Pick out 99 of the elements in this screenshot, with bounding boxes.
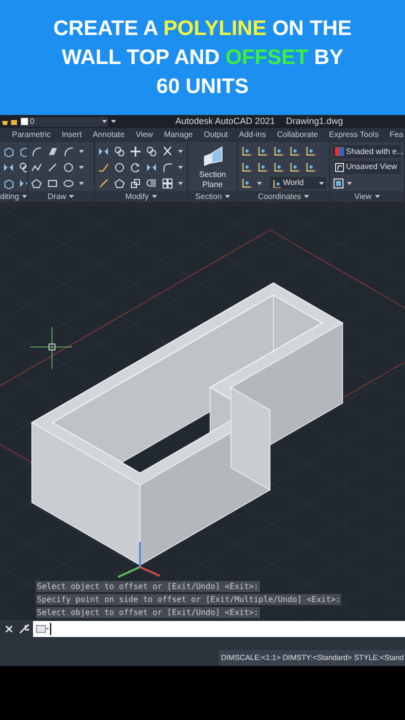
polygon-icon[interactable] xyxy=(31,178,42,189)
copy-icon[interactable] xyxy=(114,146,125,158)
circle-icon[interactable] xyxy=(114,162,125,173)
command-prompt-icon[interactable] xyxy=(36,624,49,632)
ucs-icon[interactable] xyxy=(289,162,300,173)
viewport-icon[interactable] xyxy=(333,178,344,189)
ucs-icon[interactable] xyxy=(273,162,284,173)
crosshair-cursor-icon xyxy=(30,326,72,370)
section-plane-button[interactable]: Section Plane xyxy=(192,146,232,190)
caret-icon[interactable] xyxy=(79,166,84,169)
named-view-dropdown[interactable]: Unsaved View xyxy=(333,160,401,174)
caption-text: OFFSET xyxy=(225,45,308,71)
file-name: Drawing1.dwg xyxy=(286,114,343,128)
rotate-icon[interactable] xyxy=(130,162,141,173)
line-icon[interactable] xyxy=(47,162,58,173)
wall-model-drawing[interactable] xyxy=(30,282,344,566)
offset-icon[interactable] xyxy=(146,178,157,189)
wrench-icon[interactable] xyxy=(19,624,29,634)
ellipse-icon[interactable] xyxy=(63,178,74,189)
ucs-icon[interactable] xyxy=(273,146,284,158)
ucs-icon[interactable] xyxy=(305,162,316,173)
array-icon[interactable] xyxy=(162,178,173,189)
caret-icon[interactable] xyxy=(152,195,157,198)
ribbon-tab[interactable]: Output xyxy=(204,129,228,141)
panel-title: Coordinates xyxy=(258,192,302,202)
caption-text: ON THE xyxy=(271,16,352,42)
panel-title: Section xyxy=(195,192,222,202)
layer-color-icon xyxy=(21,118,28,125)
move-icon[interactable] xyxy=(130,146,141,158)
caret-icon[interactable] xyxy=(178,166,183,169)
caption-text: 60 UNITS xyxy=(156,74,249,100)
caret-icon[interactable] xyxy=(319,182,324,185)
bulb-icon xyxy=(2,118,8,125)
caret-icon[interactable] xyxy=(178,150,183,154)
copy-icon[interactable] xyxy=(19,162,27,173)
caret-icon[interactable] xyxy=(22,195,27,198)
ribbon-tab[interactable]: Parametric xyxy=(12,129,51,141)
ribbon-tab[interactable]: Add-ins xyxy=(238,129,266,141)
caret-icon[interactable] xyxy=(224,195,230,198)
ucs-icon xyxy=(272,178,281,188)
caret-icon[interactable] xyxy=(69,195,74,198)
ucs-icon[interactable] xyxy=(305,146,316,158)
ucs-axes-icon xyxy=(118,542,160,578)
caret-icon[interactable] xyxy=(257,182,262,185)
layer-name: 0 xyxy=(30,116,36,126)
command-input-field[interactable] xyxy=(33,620,405,636)
ribbon-tab[interactable]: Fea xyxy=(390,129,404,141)
mirror-icon[interactable] xyxy=(19,178,27,189)
rectangle-icon[interactable] xyxy=(47,178,58,189)
ribbon-tab[interactable]: View xyxy=(136,129,153,141)
polyline-icon[interactable] xyxy=(31,162,42,173)
ucs-icon[interactable] xyxy=(257,162,268,173)
ribbon-tab[interactable]: Insert xyxy=(62,129,82,141)
scale-icon[interactable] xyxy=(130,178,141,189)
arc-icon[interactable] xyxy=(63,146,74,158)
panel-title: Draw xyxy=(48,192,66,202)
circle-icon[interactable] xyxy=(63,162,74,173)
mirror-icon[interactable] xyxy=(146,162,157,173)
caret-icon[interactable] xyxy=(79,150,84,154)
shaded-style-icon xyxy=(335,147,344,156)
section-plane-icon xyxy=(202,146,224,168)
trim-icon[interactable] xyxy=(162,146,173,158)
fillet-icon[interactable] xyxy=(162,162,173,173)
window-title: Autodesk AutoCAD 2021 xyxy=(175,114,275,128)
panel-title: View xyxy=(354,192,372,202)
caret-icon[interactable] xyxy=(79,182,84,185)
caption-text: CREATE A xyxy=(53,16,159,42)
stretch-icon[interactable] xyxy=(98,162,109,173)
view-icon xyxy=(335,162,344,172)
caption-text: WALL TOP AND xyxy=(62,45,221,71)
close-icon[interactable] xyxy=(5,624,13,632)
mirror-icon[interactable] xyxy=(3,162,14,173)
arc-icon[interactable] xyxy=(31,146,42,158)
ucs-icon[interactable] xyxy=(289,146,300,158)
caption-text: BY xyxy=(313,45,344,71)
ucs-icon[interactable] xyxy=(257,146,268,158)
caption-text: POLYLINE xyxy=(163,16,266,42)
hatch-icon[interactable] xyxy=(47,146,58,158)
ucs-icon[interactable] xyxy=(241,178,252,189)
polygon-icon[interactable] xyxy=(114,178,125,189)
layer-dropdown[interactable]: 0 xyxy=(20,116,108,126)
text-cursor-icon xyxy=(50,622,52,634)
ucs-icon[interactable] xyxy=(241,146,252,158)
ucs-icon[interactable] xyxy=(241,162,252,173)
visual-style-dropdown[interactable]: Shaded with e... xyxy=(333,145,401,158)
panel-title: diting xyxy=(0,192,20,202)
mirror-icon[interactable] xyxy=(98,146,109,158)
copy-icon[interactable] xyxy=(146,146,157,158)
ribbon-tab[interactable]: Annotate xyxy=(92,129,125,141)
ucs-dropdown[interactable]: World xyxy=(270,177,326,190)
ribbon-tab[interactable]: Express Tools xyxy=(328,129,379,141)
panel-title: Modify xyxy=(125,192,149,202)
ribbon-tab[interactable]: Collaborate xyxy=(277,129,318,141)
ribbon-tab[interactable]: Manage xyxy=(164,129,193,141)
caret-icon[interactable] xyxy=(347,182,352,185)
caret-icon[interactable] xyxy=(304,195,310,198)
pencil-icon[interactable] xyxy=(98,178,109,189)
caret-icon[interactable] xyxy=(178,182,183,185)
caret-icon[interactable] xyxy=(374,195,380,198)
